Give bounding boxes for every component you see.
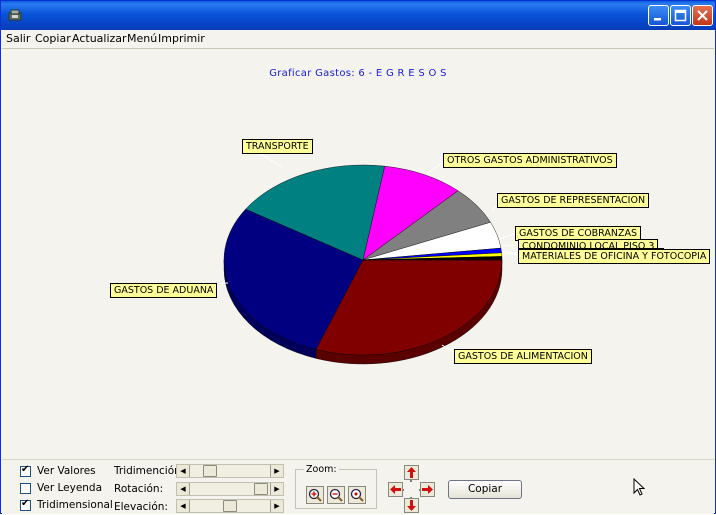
mouse-pointer-icon <box>633 478 646 496</box>
zoom-reset-button[interactable] <box>348 486 366 504</box>
zoom-in-button[interactable] <box>306 486 324 504</box>
app-window: Salir Copiar Actualizar Menú Imprimir Gr… <box>0 0 716 514</box>
elevacion-label: Elevación: <box>114 501 168 513</box>
zoom-group: Zoom: <box>295 464 377 509</box>
menu-actualizar[interactable]: Actualizar <box>72 32 127 45</box>
tridimension-label: Tridimención: <box>114 465 185 477</box>
ver-leyenda-box[interactable] <box>20 483 31 494</box>
menu-bar: Salir Copiar Actualizar Menú Imprimir <box>2 30 714 48</box>
maximize-button[interactable] <box>670 5 691 26</box>
tridimension-thumb[interactable] <box>202 465 217 477</box>
slider-right-arrow-icon[interactable]: ▶ <box>270 500 283 512</box>
control-panel: Ver Valores Ver Leyenda Tridimensional T… <box>2 459 714 514</box>
pie-label-2: TRANSPORTE <box>242 139 313 154</box>
pie-label-3: OTROS GASTOS ADMINISTRATIVOS <box>443 153 617 168</box>
minimize-button[interactable] <box>648 5 669 26</box>
arrow-right-icon <box>422 485 433 494</box>
tridimension-slider[interactable]: ◀ ▶ <box>176 464 284 478</box>
arrow-up-button[interactable] <box>404 465 419 480</box>
tridimensional-label: Tridimensional <box>37 499 113 511</box>
minimize-icon <box>654 18 661 21</box>
ver-valores-box[interactable] <box>20 464 31 477</box>
elevacion-thumb[interactable] <box>223 500 237 512</box>
rotacion-slider[interactable]: ◀ ▶ <box>176 482 284 496</box>
menu-menu[interactable]: Menú <box>127 32 157 45</box>
slider-right-arrow-icon[interactable]: ▶ <box>270 483 283 495</box>
pie-label-4: GASTOS DE REPRESENTACION <box>497 193 650 208</box>
slider-left-arrow-icon[interactable]: ◀ <box>177 500 190 512</box>
app-icon <box>8 9 22 21</box>
zoom-out-button[interactable] <box>327 486 345 504</box>
menu-copiar[interactable]: Copiar <box>35 32 71 45</box>
rotacion-label: Rotación: <box>114 483 164 495</box>
elevacion-slider[interactable]: ◀ ▶ <box>176 499 284 513</box>
close-icon <box>697 10 708 21</box>
zoom-out-icon <box>329 488 343 502</box>
tridimensional-box[interactable] <box>20 498 31 511</box>
menu-imprimir[interactable]: Imprimir <box>158 32 205 45</box>
arrow-down-button[interactable] <box>404 498 419 513</box>
slider-left-arrow-icon[interactable]: ◀ <box>177 483 190 495</box>
arrow-left-icon <box>390 485 401 494</box>
zoom-label: Zoom: <box>304 464 339 475</box>
arrow-right-button[interactable] <box>420 482 435 497</box>
chart-area: Graficar Gastos: 6 - E G R E S O S GASTO… <box>2 49 714 459</box>
menu-salir[interactable]: Salir <box>6 32 30 45</box>
copy-button[interactable]: Copiar <box>448 480 522 499</box>
title-bar[interactable] <box>1 1 715 30</box>
slider-left-arrow-icon[interactable]: ◀ <box>177 465 190 477</box>
arrow-down-icon <box>407 500 416 511</box>
pie-label-0: GASTOS DE ALIMENTACION <box>454 349 592 364</box>
zoom-in-icon <box>308 488 322 502</box>
zoom-reset-icon <box>350 488 364 502</box>
ver-leyenda-label: Ver Leyenda <box>37 482 103 494</box>
pie-label-1: GASTOS DE ADUANA <box>110 283 218 298</box>
arrow-up-icon <box>407 467 416 478</box>
pie-label-8: MATERIALES DE OFICINA Y FOTOCOPIA <box>518 249 711 264</box>
rotacion-thumb[interactable] <box>253 483 268 495</box>
arrow-left-button[interactable] <box>388 482 403 497</box>
ver-valores-label: Ver Valores <box>37 465 96 477</box>
maximize-icon <box>674 9 687 22</box>
slider-right-arrow-icon[interactable]: ▶ <box>270 465 283 477</box>
close-button[interactable] <box>692 5 713 26</box>
rotation-arrows <box>386 465 438 513</box>
